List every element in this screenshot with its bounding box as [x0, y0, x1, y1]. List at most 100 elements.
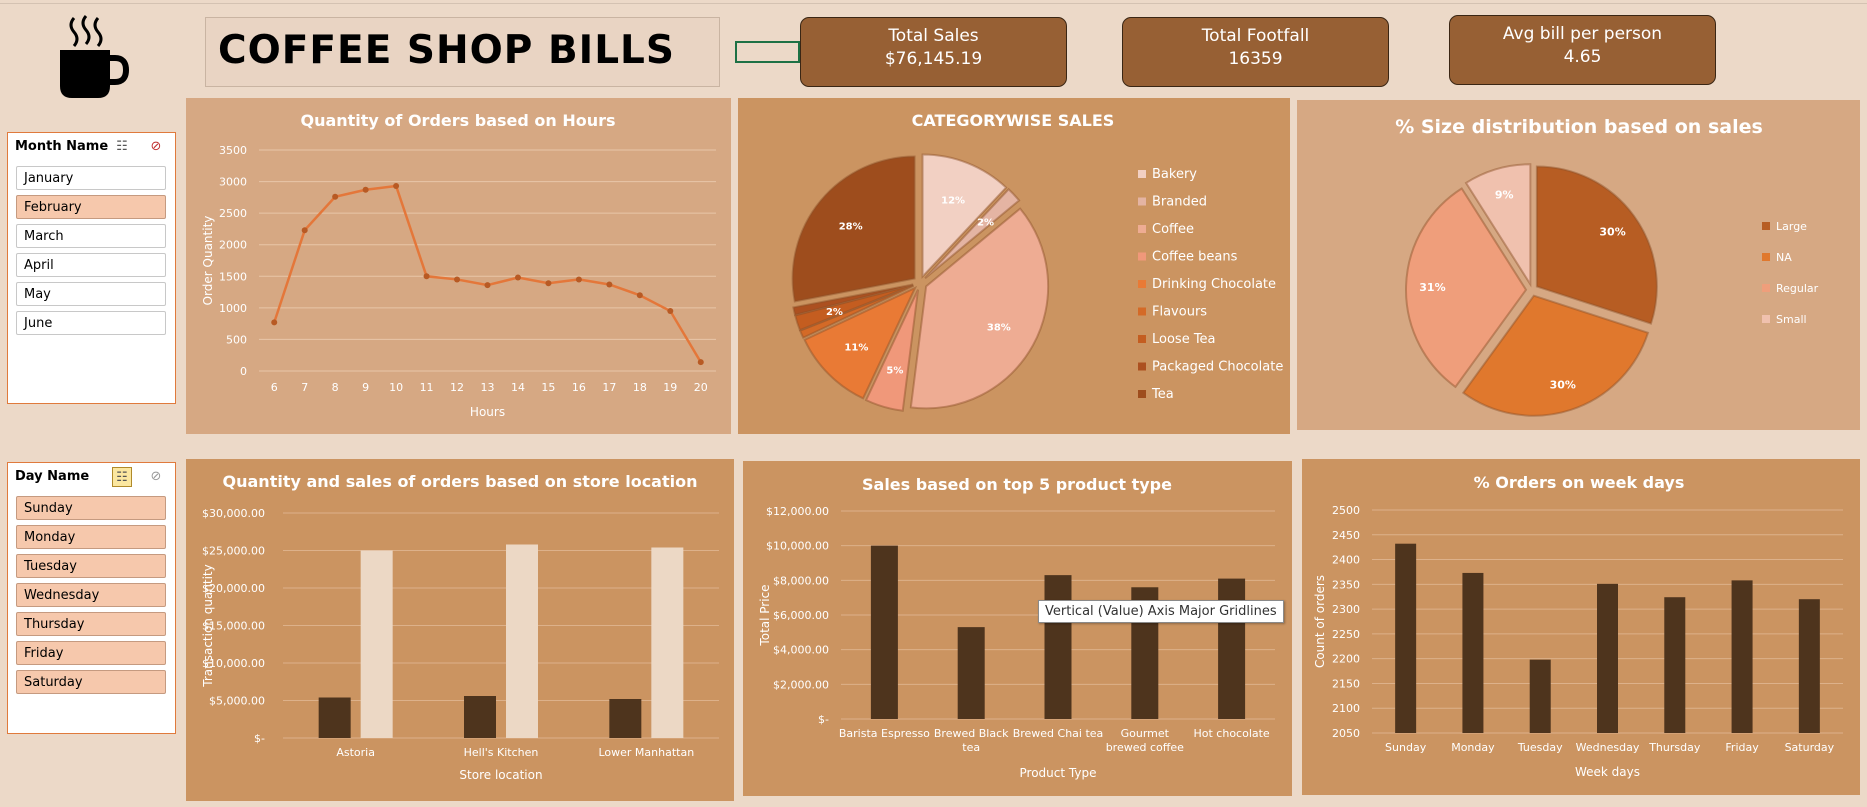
x-tick-label: Tuesday	[1517, 741, 1563, 754]
clear-filter-icon[interactable]: ⊘	[146, 467, 166, 487]
bar	[870, 545, 898, 719]
slicer-item[interactable]: April	[16, 253, 166, 277]
kpi-avg-bill: Avg bill per person 4.65	[1449, 15, 1716, 85]
chart-panel-size[interactable]: % Size distribution based on sales 30% 30%…	[1297, 100, 1860, 430]
bar	[318, 697, 351, 738]
bar	[609, 699, 642, 738]
x-tick-label: Astoria	[336, 746, 375, 759]
x-tick-label: 9	[362, 381, 369, 394]
multi-select-icon[interactable]: ☷	[112, 137, 132, 157]
legend-swatch	[1762, 222, 1770, 230]
slicer-item[interactable]: January	[16, 166, 166, 190]
legend-swatch	[1138, 252, 1146, 261]
chart-panel-hours[interactable]: Quantity of Orders based on Hours 0 500 100…	[186, 98, 731, 434]
y-tick-label: 2500	[219, 207, 247, 220]
pie-data-label: 9%	[1495, 188, 1514, 201]
slicer-item[interactable]: Tuesday	[16, 554, 166, 578]
x-axis-label: Product Type	[1020, 766, 1097, 780]
y-tick-label: $-	[254, 732, 265, 745]
chart-title: CATEGORYWISE SALES	[912, 111, 1115, 130]
chart-title: Quantity and sales of orders based on st…	[223, 472, 698, 491]
weekdays-bar-chart: % Orders on week days 2050 2100 2150 2200 225…	[1313, 473, 1843, 779]
x-axis-label: Week days	[1575, 765, 1640, 779]
hours-line-chart: Quantity of Orders based on Hours 0 500 100…	[201, 111, 716, 419]
x-tick-label: Wednesday	[1576, 741, 1640, 754]
x-tick-label: Sunday	[1385, 741, 1427, 754]
data-point	[484, 282, 491, 289]
y-tick-label: 1500	[219, 270, 247, 283]
slicer-item[interactable]: March	[16, 224, 166, 248]
bar	[360, 550, 393, 738]
chart-title: % Size distribution based on sales	[1395, 116, 1763, 138]
slicer-item[interactable]: February	[16, 195, 166, 219]
x-tick-label: 12	[450, 381, 464, 394]
x-tick-label: 19	[663, 381, 677, 394]
data-point	[606, 281, 613, 288]
kpi-label: Total Sales	[888, 26, 979, 46]
slicer-item[interactable]: May	[16, 282, 166, 306]
coffee-mug-icon	[60, 15, 130, 98]
y-tick-label: 2000	[219, 239, 247, 252]
y-tick-label: 2500	[1332, 504, 1360, 517]
y-tick-label: 3000	[219, 176, 247, 189]
legend-label: Large	[1776, 220, 1807, 233]
kpi-value: 16359	[1228, 49, 1283, 69]
bar	[1664, 597, 1686, 733]
x-tick-label: 20	[694, 381, 708, 394]
legend-label: Bakery	[1152, 167, 1197, 182]
multi-select-icon[interactable]: ☷	[112, 467, 132, 487]
data-point	[697, 359, 704, 366]
chart-panel-products[interactable]: Sales based on top 5 product type $- $2,00…	[743, 461, 1292, 796]
slicer-item[interactable]: Wednesday	[16, 583, 166, 607]
chart-panel-weekdays[interactable]: % Orders on week days 2050 2100 2150 2200 225…	[1302, 459, 1860, 795]
x-tick-label: 15	[541, 381, 555, 394]
x-tick-label: brewed coffee	[1106, 741, 1184, 754]
pie-data-label: 30%	[1550, 379, 1576, 392]
data-point	[575, 276, 582, 283]
legend-swatch	[1138, 362, 1146, 371]
x-tick-label: 14	[511, 381, 525, 394]
y-tick-label: 3500	[219, 144, 247, 157]
slicer-item[interactable]: Sunday	[16, 496, 166, 520]
slicer-item[interactable]: June	[16, 311, 166, 335]
data-point	[454, 276, 461, 283]
y-tick-label: 0	[240, 365, 247, 378]
y-axis-label: Transaction quantity	[201, 564, 215, 688]
legend-label: Regular	[1776, 282, 1819, 295]
y-tick-label: $5,000.00	[209, 695, 265, 708]
x-tick-label: Brewed Chai tea	[1013, 727, 1104, 740]
y-axis-label: Count of orders	[1313, 575, 1327, 668]
y-tick-label: $4,000.00	[773, 644, 829, 657]
y-tick-label: $12,000.00	[766, 505, 829, 518]
slicer-item[interactable]: Saturday	[16, 670, 166, 694]
legend-label: Small	[1776, 313, 1807, 326]
pie-data-label: 30%	[1599, 225, 1625, 238]
kpi-label: Total Footfall	[1201, 26, 1310, 46]
slicer-item[interactable]: Friday	[16, 641, 166, 665]
chart-panel-category[interactable]: CATEGORYWISE SALES 12% 2% 38% 5% 11% 2% 28% Bake…	[738, 98, 1290, 434]
slicer-item[interactable]: Thursday	[16, 612, 166, 636]
chart-panel-location[interactable]: Quantity and sales of orders based on st…	[186, 459, 734, 801]
x-tick-label: Monday	[1451, 741, 1495, 754]
x-tick-label: Hot chocolate	[1193, 727, 1269, 740]
kpi-label: Avg bill per person	[1502, 24, 1663, 44]
x-tick-label: 13	[481, 381, 495, 394]
x-tick-label: tea	[962, 741, 980, 754]
y-axis-label: Order Quantity	[201, 216, 215, 306]
legend-label: Drinking Chocolate	[1152, 277, 1276, 292]
selected-cell[interactable]	[735, 41, 800, 63]
kpi-total-footfall: Total Footfall 16359	[1122, 17, 1389, 87]
y-tick-label: $10,000.00	[766, 540, 829, 553]
products-bar-chart: Sales based on top 5 product type $- $2,00…	[758, 475, 1275, 780]
y-tick-label: 500	[226, 333, 247, 346]
month-slicer: Month Name ☷ ⊘ January February March April…	[7, 132, 176, 404]
clear-filter-icon[interactable]: ⊘	[146, 137, 166, 157]
kpi-total-sales: Total Sales $76,145.19	[800, 17, 1067, 87]
slicer-item[interactable]: Monday	[16, 525, 166, 549]
x-tick-label: 8	[332, 381, 339, 394]
chart-tooltip: Vertical (Value) Axis Major Gridlines	[1038, 600, 1284, 623]
x-tick-label: Lower Manhattan	[598, 746, 694, 759]
pie-data-label: 38%	[987, 322, 1011, 333]
legend-swatch	[1762, 315, 1770, 323]
dashboard-title-box: COFFEE SHOP BILLS	[205, 17, 720, 87]
